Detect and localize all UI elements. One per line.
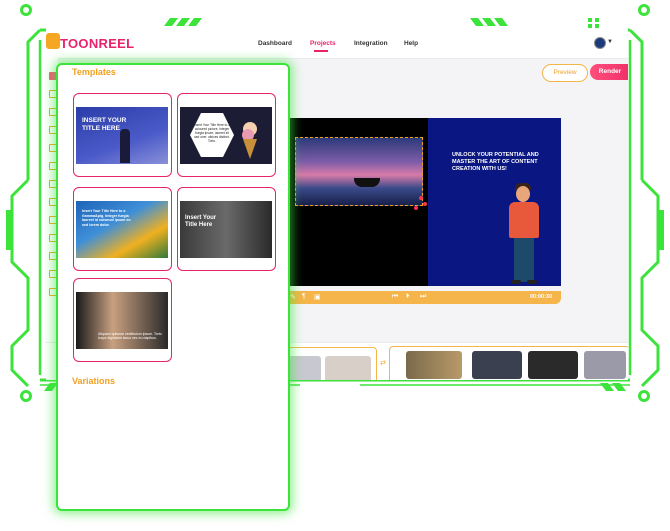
nav-dashboard[interactable]: Dashboard bbox=[258, 40, 292, 47]
timeline-selected-clip[interactable] bbox=[276, 347, 377, 380]
render-button[interactable]: Render bbox=[590, 64, 628, 80]
preview-button[interactable]: Preview bbox=[542, 64, 588, 82]
template-card[interactable]: Insert Your Title Here to a coloured pic… bbox=[177, 93, 276, 177]
user-avatar-icon[interactable] bbox=[594, 37, 606, 49]
templates-panel: Templates INSERT YOUR TITLE HERE Insert … bbox=[56, 63, 290, 511]
template-card[interactable]: INSERT YOUR TITLE HERE bbox=[73, 93, 172, 177]
template-title-text: Insert Your Title Here to a coloured pic… bbox=[194, 123, 230, 143]
person-silhouette-icon bbox=[120, 129, 130, 163]
canvas-sunset-photo[interactable] bbox=[295, 137, 423, 206]
app-logo[interactable]: TOONREEL bbox=[60, 36, 134, 51]
template-title-text: Aliquam quismar vestibulum ipsum. Torto … bbox=[98, 332, 162, 341]
canvas-right-panel bbox=[428, 118, 561, 286]
play-icon[interactable]: ⏵ bbox=[406, 293, 410, 301]
template-card[interactable]: Aliquam quismar vestibulum ipsum. Torto … bbox=[73, 278, 172, 362]
ice-cream-icon bbox=[242, 122, 257, 159]
variations-heading: Variations bbox=[72, 376, 116, 386]
delete-icon[interactable]: ▣ bbox=[314, 293, 321, 301]
top-navbar: TOONREEL Dashboard Projects Integration … bbox=[46, 28, 628, 59]
template-thumbnail: Insert Your Title Here to a coloured pic… bbox=[180, 107, 272, 164]
template-thumbnail: Insert Your Title Here bbox=[180, 201, 272, 258]
template-title-text: Insert Your Title Here to a Gamma&pig. I… bbox=[82, 209, 131, 227]
timeline-clip-thumb[interactable] bbox=[406, 351, 462, 379]
template-thumbnail: Insert Your Title Here to a Gamma&pig. I… bbox=[76, 201, 168, 258]
edit-tool-icon[interactable]: ✎ bbox=[290, 293, 296, 301]
nav-projects[interactable]: Projects bbox=[310, 40, 336, 47]
resize-handle[interactable] bbox=[414, 206, 418, 210]
template-thumbnail: Aliquam quismar vestibulum ipsum. Torto … bbox=[76, 292, 168, 349]
canvas-headline[interactable]: UNLOCK YOUR POTENTIAL AND MASTER THE ART… bbox=[452, 152, 542, 173]
timeline-track bbox=[389, 346, 628, 380]
playback-time: 00:00:30 bbox=[530, 294, 553, 300]
character-shoe bbox=[527, 280, 537, 284]
boat-silhouette bbox=[354, 178, 380, 187]
character-shoe bbox=[511, 280, 521, 284]
nav-active-indicator bbox=[314, 50, 328, 52]
template-card[interactable]: Insert Your Title Here to a Gamma&pig. I… bbox=[73, 187, 172, 271]
nav-integration[interactable]: Integration bbox=[354, 40, 388, 47]
templates-heading: Templates bbox=[72, 67, 116, 77]
logo-mascot-icon bbox=[46, 33, 60, 49]
text-tool-icon[interactable]: ¶ bbox=[302, 293, 306, 300]
template-title-text: Insert Your Title Here bbox=[185, 215, 217, 228]
timeline-clip-thumb[interactable] bbox=[528, 351, 578, 379]
chevron-down-icon[interactable]: ▼ bbox=[607, 39, 613, 45]
resize-handle[interactable] bbox=[423, 202, 427, 206]
template-thumbnail: INSERT YOUR TITLE HERE bbox=[76, 107, 168, 164]
timeline-playhead-icon[interactable]: ⇄ bbox=[380, 359, 386, 367]
character-legs bbox=[514, 238, 534, 282]
timeline-clip-thumb[interactable] bbox=[584, 351, 626, 379]
nav-help[interactable]: Help bbox=[404, 40, 418, 47]
resize-handle[interactable] bbox=[419, 196, 423, 200]
skip-back-icon[interactable]: ⏮ bbox=[392, 293, 398, 301]
template-card[interactable]: Insert Your Title Here bbox=[177, 187, 276, 271]
timeline-clip-thumb[interactable] bbox=[325, 356, 371, 380]
timeline-clip-thumb[interactable] bbox=[472, 351, 522, 379]
playback-bar: ✎ ¶ ▣ ⏮ ⏵ ⏭ 00:00:30 bbox=[284, 291, 561, 304]
character-body[interactable] bbox=[509, 202, 539, 238]
skip-forward-icon[interactable]: ⏭ bbox=[420, 293, 426, 301]
character-head bbox=[516, 186, 530, 202]
